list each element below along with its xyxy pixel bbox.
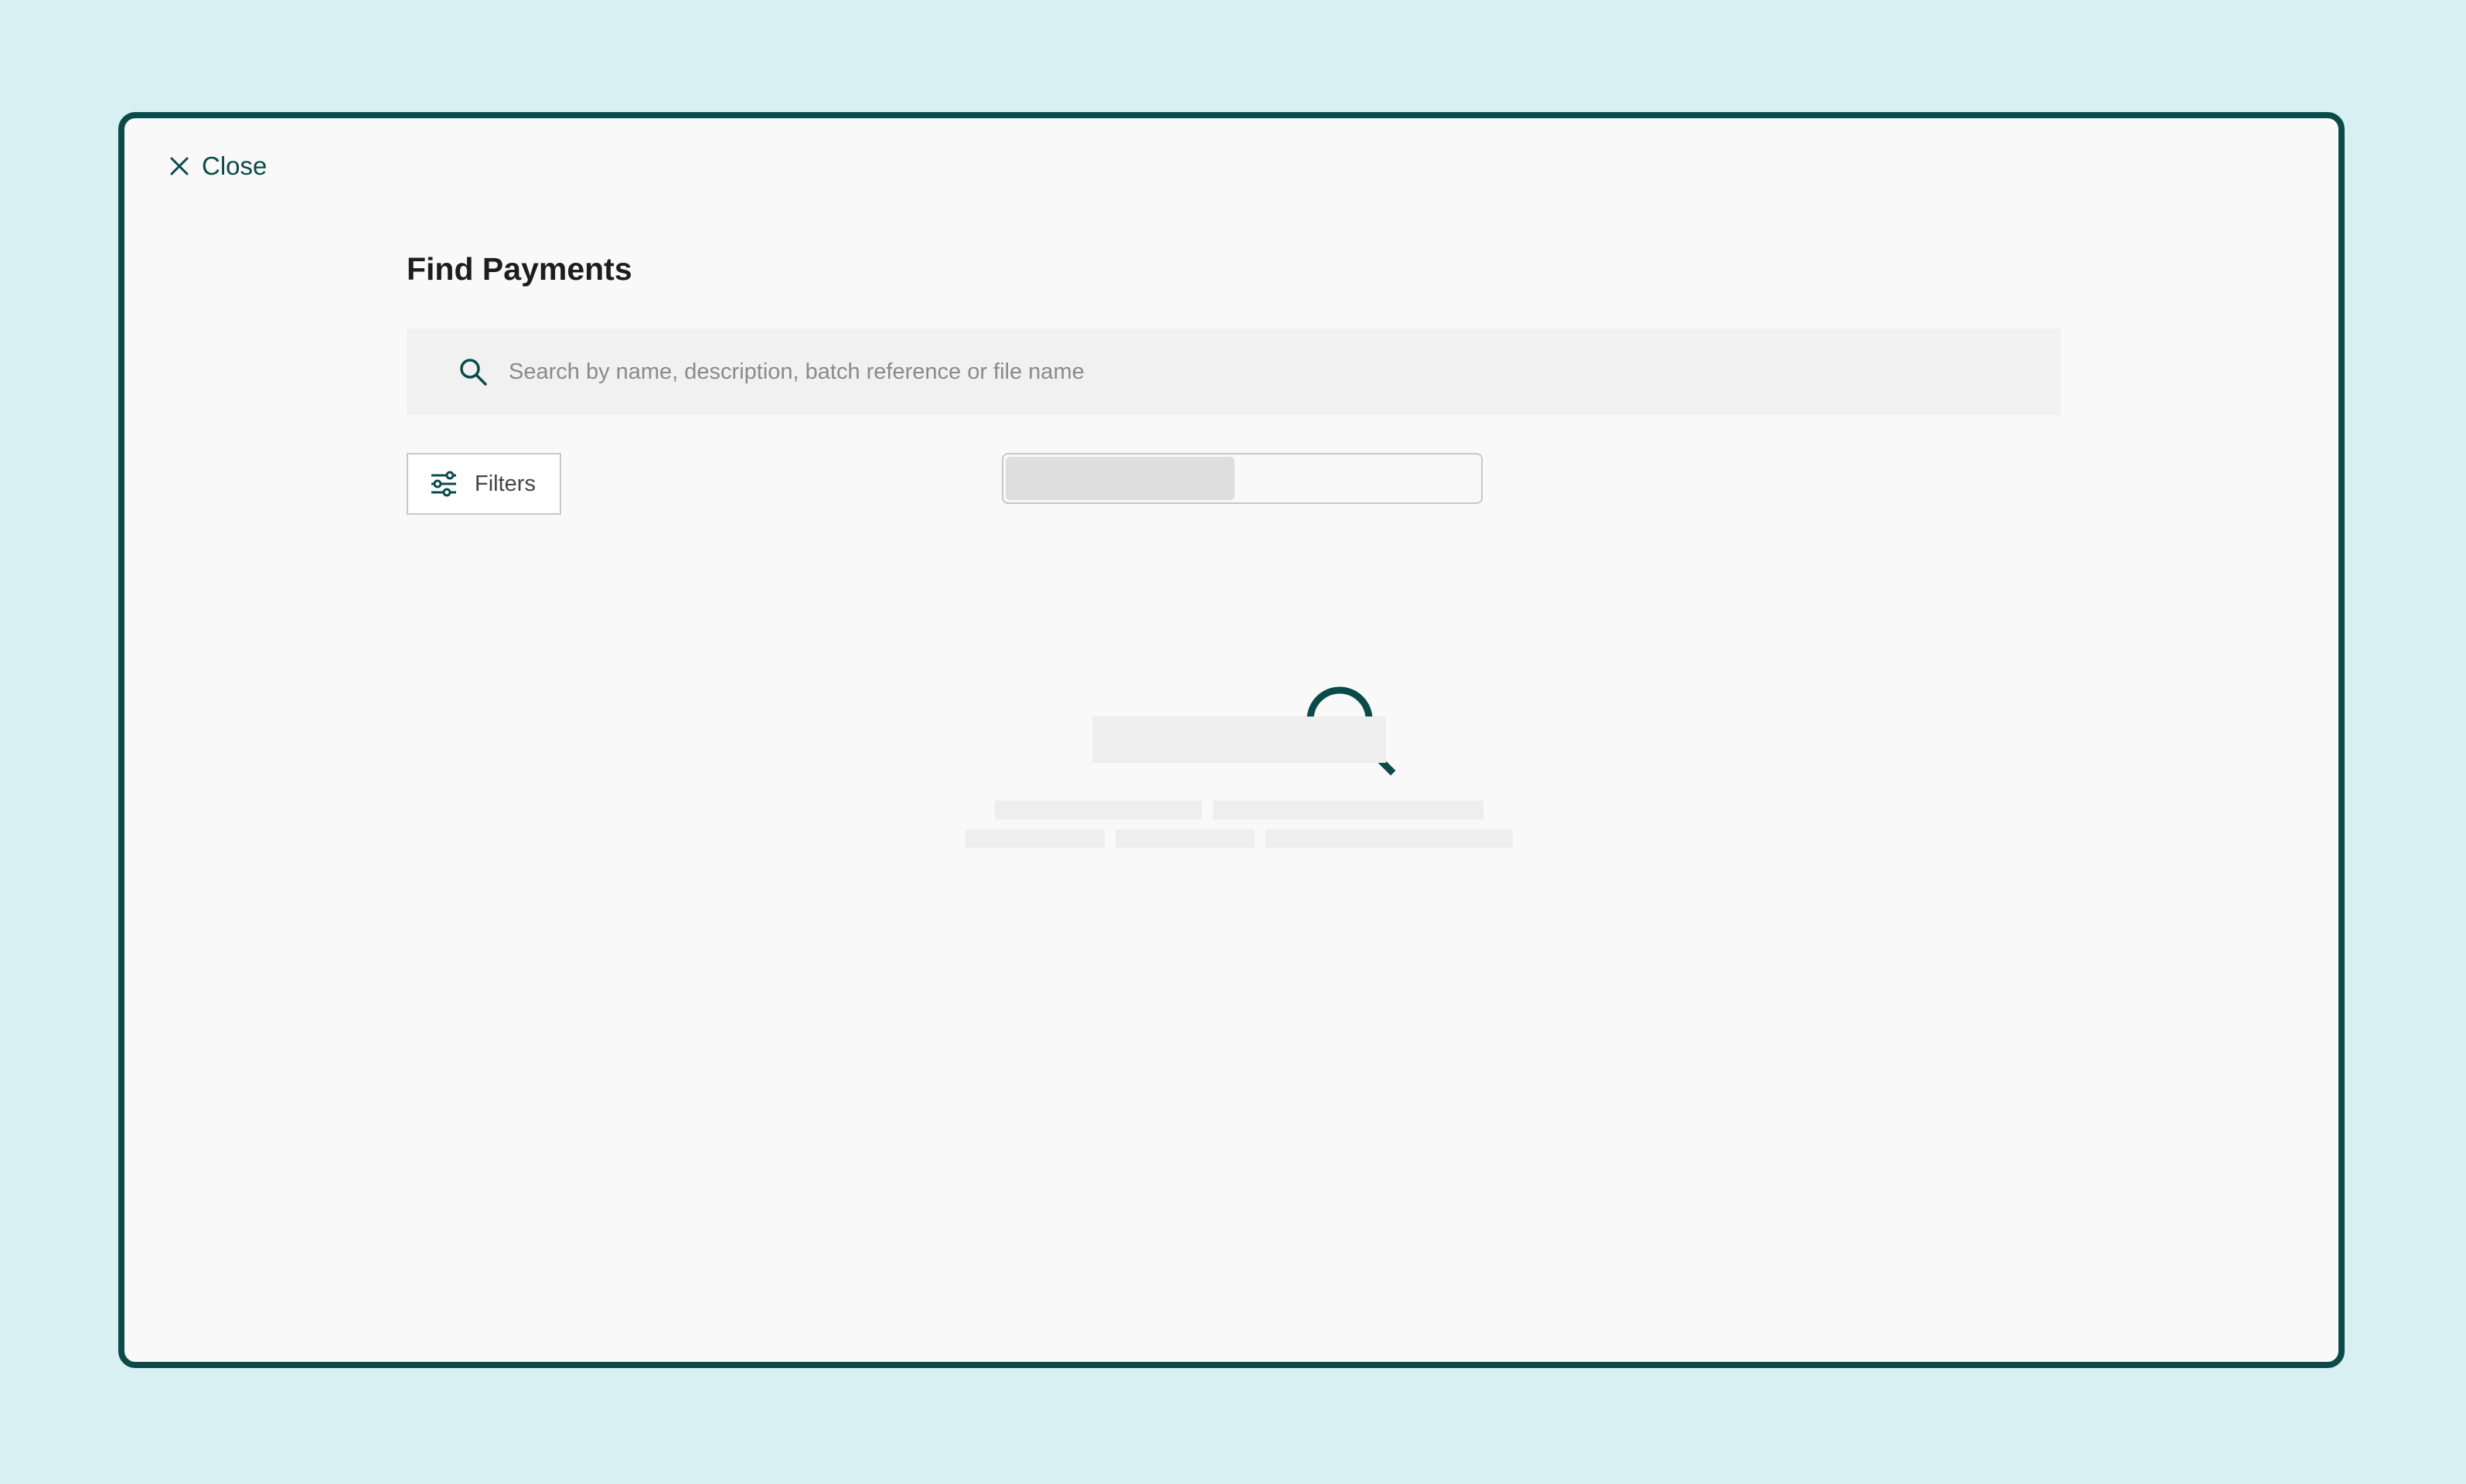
skeleton-text-line — [1115, 829, 1255, 848]
skeleton-text-line — [966, 829, 1105, 848]
search-input[interactable] — [507, 358, 1979, 386]
filters-label: Filters — [475, 471, 536, 496]
skeleton-text-line — [995, 801, 1202, 819]
filters-button[interactable]: Filters — [407, 453, 561, 515]
find-payments-modal: Close Find Payments Filters — [118, 112, 2345, 1368]
sliders-icon — [431, 471, 456, 497]
search-icon — [460, 359, 487, 386]
page-title: Find Payments — [407, 251, 632, 287]
close-button[interactable]: Close — [169, 151, 267, 181]
search-bar[interactable] — [407, 328, 2061, 415]
skeleton-heading — [1092, 716, 1386, 763]
close-label: Close — [202, 151, 267, 180]
segment-2-loading[interactable] — [1235, 457, 1479, 500]
skeleton-text-line — [1213, 801, 1483, 819]
skeleton-text-line — [1265, 829, 1513, 848]
close-icon — [170, 157, 189, 175]
segment-1-loading[interactable] — [1006, 457, 1235, 500]
view-segmented-control — [1002, 453, 1483, 504]
